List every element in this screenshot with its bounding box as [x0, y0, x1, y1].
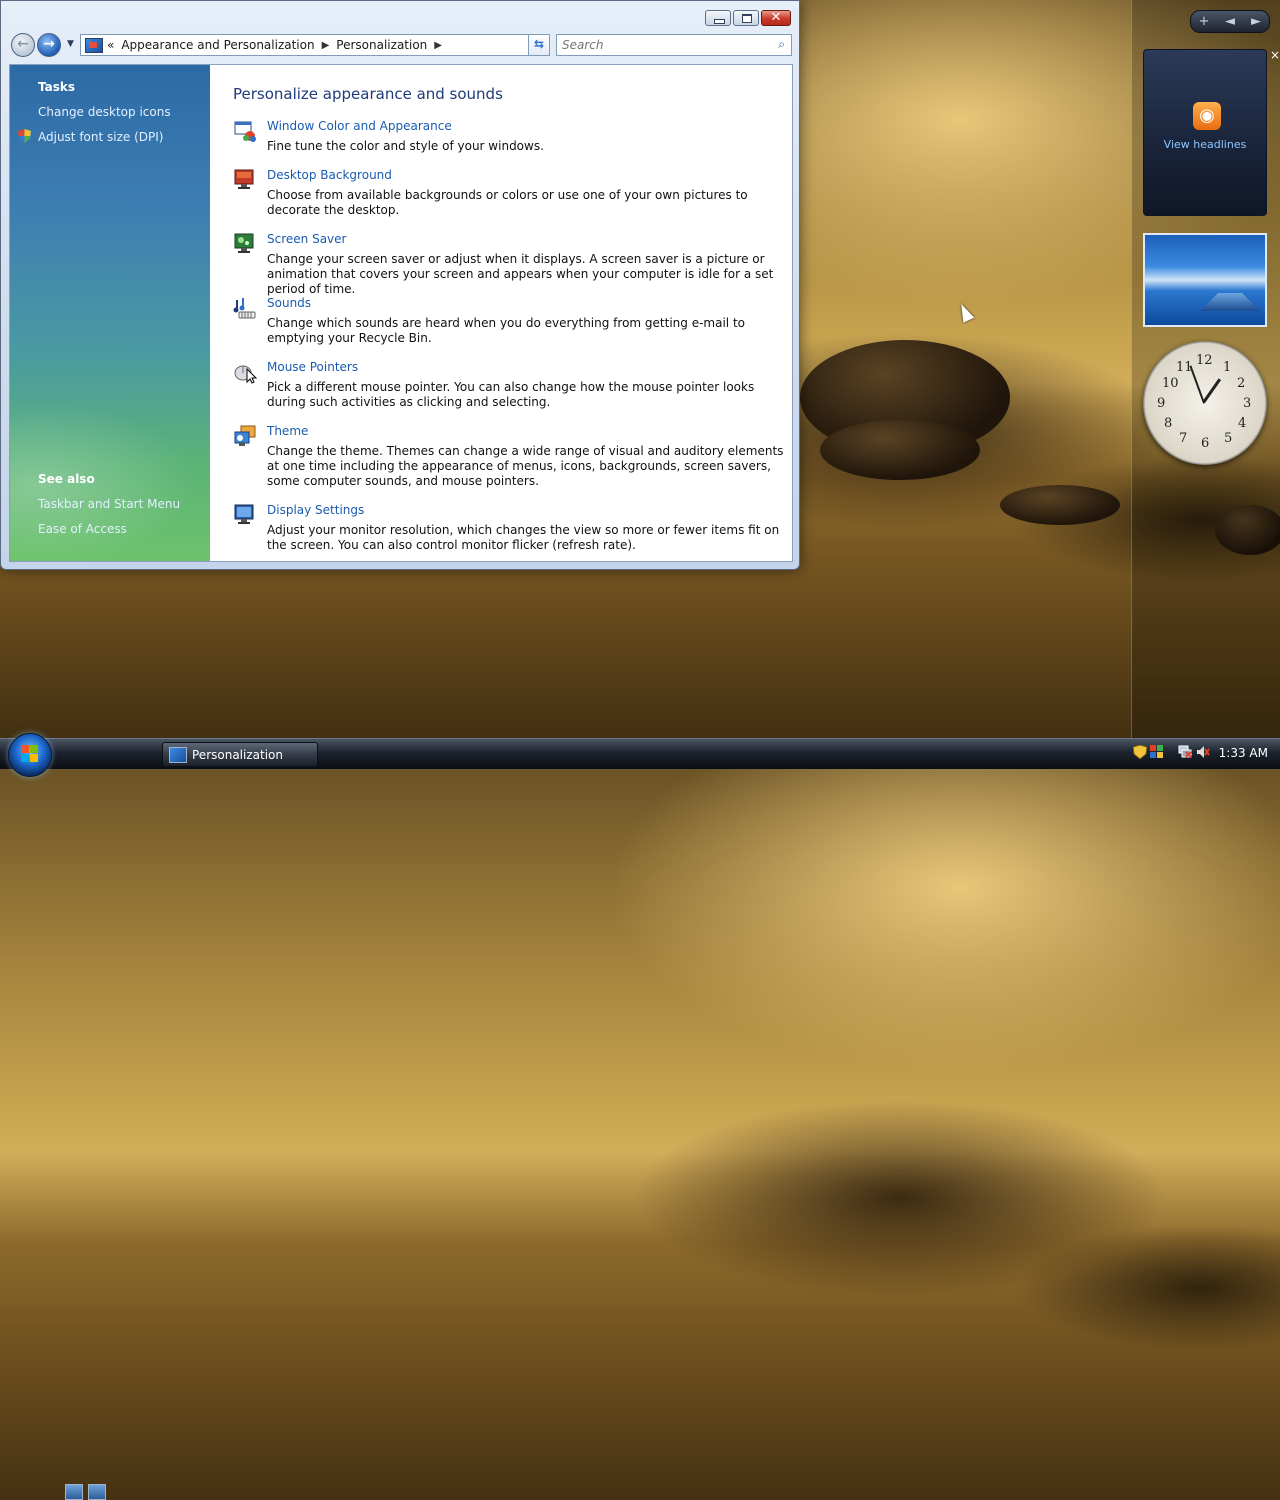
change-desktop-icons-link[interactable]: Change desktop icons: [38, 105, 171, 119]
ease-of-access-link[interactable]: Ease of Access: [38, 522, 127, 536]
clock-number: 12: [1196, 353, 1213, 368]
breadcrumb-separator-icon[interactable]: ▶: [434, 40, 442, 51]
clock-number: 3: [1243, 396, 1252, 411]
mouse-cursor-icon: [955, 301, 975, 323]
mouse-pointers-link[interactable]: Mouse Pointers: [267, 360, 358, 374]
rock-shape: [1000, 485, 1120, 525]
clock-minute-hand: [1189, 365, 1205, 404]
sounds-link[interactable]: Sounds: [267, 296, 311, 310]
feed-headlines-gadget[interactable]: ◉ View headlines: [1143, 49, 1267, 216]
control-panel-icon: [85, 37, 103, 53]
desktop-background-link[interactable]: Desktop Background: [267, 168, 392, 182]
close-button[interactable]: ✕: [761, 10, 791, 26]
screen-saver-link[interactable]: Screen Saver: [267, 232, 346, 246]
refresh-icon: ⇆: [533, 37, 545, 51]
sidebar-controls: + ◄ ►: [1190, 10, 1270, 33]
back-button[interactable]: ←: [11, 33, 35, 57]
security-shield-icon[interactable]: [1133, 745, 1147, 759]
clock-number: 6: [1201, 436, 1210, 451]
view-headlines-link[interactable]: View headlines: [1144, 138, 1266, 151]
task-pane: Tasks Change desktop icons Adjust font s…: [10, 65, 210, 561]
windows-update-icon[interactable]: [1150, 745, 1164, 759]
recent-pages-dropdown-icon[interactable]: ▼: [67, 39, 74, 49]
clock-number: 1: [1223, 360, 1232, 375]
previous-gadgets-button[interactable]: ◄: [1217, 14, 1243, 29]
slideshow-gadget[interactable]: [1143, 233, 1267, 327]
minimize-button[interactable]: [705, 10, 731, 26]
switch-windows-icon[interactable]: [88, 1484, 106, 1500]
slideshow-photo: [1200, 293, 1260, 311]
show-desktop-icon[interactable]: [65, 1484, 83, 1500]
display-settings-description: Adjust your monitor resolution, which ch…: [267, 523, 780, 552]
sounds-icon: [233, 298, 256, 319]
theme-icon: [234, 425, 256, 446]
control-panel-icon: [169, 746, 187, 763]
caption-buttons: ✕: [705, 10, 791, 26]
screen-saver-description: Change your screen saver or adjust when …: [267, 252, 774, 296]
rss-feed-icon: ◉: [1193, 102, 1221, 130]
clock-time[interactable]: 1:33 AM: [1219, 746, 1268, 760]
breadcrumb-overflow[interactable]: «: [107, 38, 114, 52]
forward-button[interactable]: →: [37, 33, 61, 57]
page-title: Personalize appearance and sounds: [233, 85, 503, 103]
theme-link[interactable]: Theme: [267, 424, 308, 438]
clock-number: 7: [1179, 431, 1188, 446]
breadcrumb: « Appearance and Personalization ▶ Perso…: [107, 38, 442, 52]
windows-logo-icon: [21, 745, 39, 763]
search-input[interactable]: [556, 34, 792, 56]
window-color-icon: [234, 121, 256, 142]
address-bar[interactable]: « Appearance and Personalization ▶ Perso…: [80, 34, 549, 56]
see-also-heading: See also: [38, 472, 95, 486]
display-settings-link[interactable]: Display Settings: [267, 503, 364, 517]
navigation-bar: ← → ▼ « Appearance and Personalization ▶…: [9, 33, 793, 57]
tasks-heading: Tasks: [38, 80, 76, 94]
clock-number: 5: [1224, 431, 1233, 446]
taskbar: Personalization 1:33 AM: [0, 738, 1280, 1500]
maximize-button[interactable]: [733, 10, 759, 26]
close-icon: ✕: [770, 10, 782, 25]
rock-shape: [820, 420, 980, 480]
maximize-icon: [742, 14, 752, 23]
mouse-pointers-icon: [234, 365, 257, 384]
clock-number: 9: [1157, 396, 1166, 411]
refresh-button[interactable]: ⇆: [528, 34, 550, 56]
mouse-pointers-description: Pick a different mouse pointer. You can …: [267, 380, 755, 409]
window-color-description: Fine tune the color and style of your wi…: [267, 139, 544, 153]
clock-number: 4: [1238, 416, 1247, 431]
breadcrumb-appearance[interactable]: Appearance and Personalization: [121, 38, 314, 52]
desktop-background-icon: [234, 169, 254, 189]
notification-area: 1:33 AM: [1128, 739, 1280, 769]
clock-number: 8: [1164, 416, 1173, 431]
network-disconnected-icon[interactable]: [1178, 745, 1192, 759]
taskbar-personalization-button[interactable]: Personalization: [162, 742, 318, 767]
theme-description: Change the theme. Themes can change a wi…: [267, 444, 784, 488]
breadcrumb-personalization[interactable]: Personalization: [336, 38, 427, 52]
clock-number: 10: [1162, 376, 1179, 391]
content-area: Tasks Change desktop icons Adjust font s…: [9, 64, 793, 562]
clock-hour-hand: [1202, 378, 1222, 403]
personalization-window: ✕ ← → ▼ « Appearance and Personalization…: [0, 0, 800, 570]
breadcrumb-separator-icon[interactable]: ▶: [322, 40, 330, 51]
adjust-font-size-link[interactable]: Adjust font size (DPI): [38, 130, 163, 144]
clock-number: 2: [1237, 376, 1246, 391]
forward-arrow-icon: →: [43, 36, 55, 52]
screen-saver-icon: [234, 233, 254, 253]
gadget-close-button[interactable]: ×: [1270, 48, 1280, 62]
window-color-link[interactable]: Window Color and Appearance: [267, 119, 452, 133]
add-gadget-button[interactable]: +: [1191, 14, 1217, 29]
taskbar-button-label: Personalization: [192, 747, 283, 762]
taskbar-start-menu-link[interactable]: Taskbar and Start Menu: [38, 497, 180, 511]
clock-gadget[interactable]: 12 1 2 3 4 5 6 7 8 9 10 11: [1143, 341, 1267, 465]
back-arrow-icon: ←: [17, 36, 29, 52]
display-settings-icon: [234, 504, 254, 524]
sounds-description: Change which sounds are heard when you d…: [267, 316, 745, 345]
volume-muted-icon[interactable]: [1196, 745, 1210, 759]
uac-shield-icon: [18, 129, 31, 143]
search-icon[interactable]: ⌕: [778, 37, 785, 52]
next-gadgets-button[interactable]: ►: [1243, 14, 1269, 29]
desktop-background-description: Choose from available backgrounds or col…: [267, 188, 748, 217]
start-button[interactable]: [8, 733, 52, 777]
minimize-icon: [714, 19, 725, 24]
